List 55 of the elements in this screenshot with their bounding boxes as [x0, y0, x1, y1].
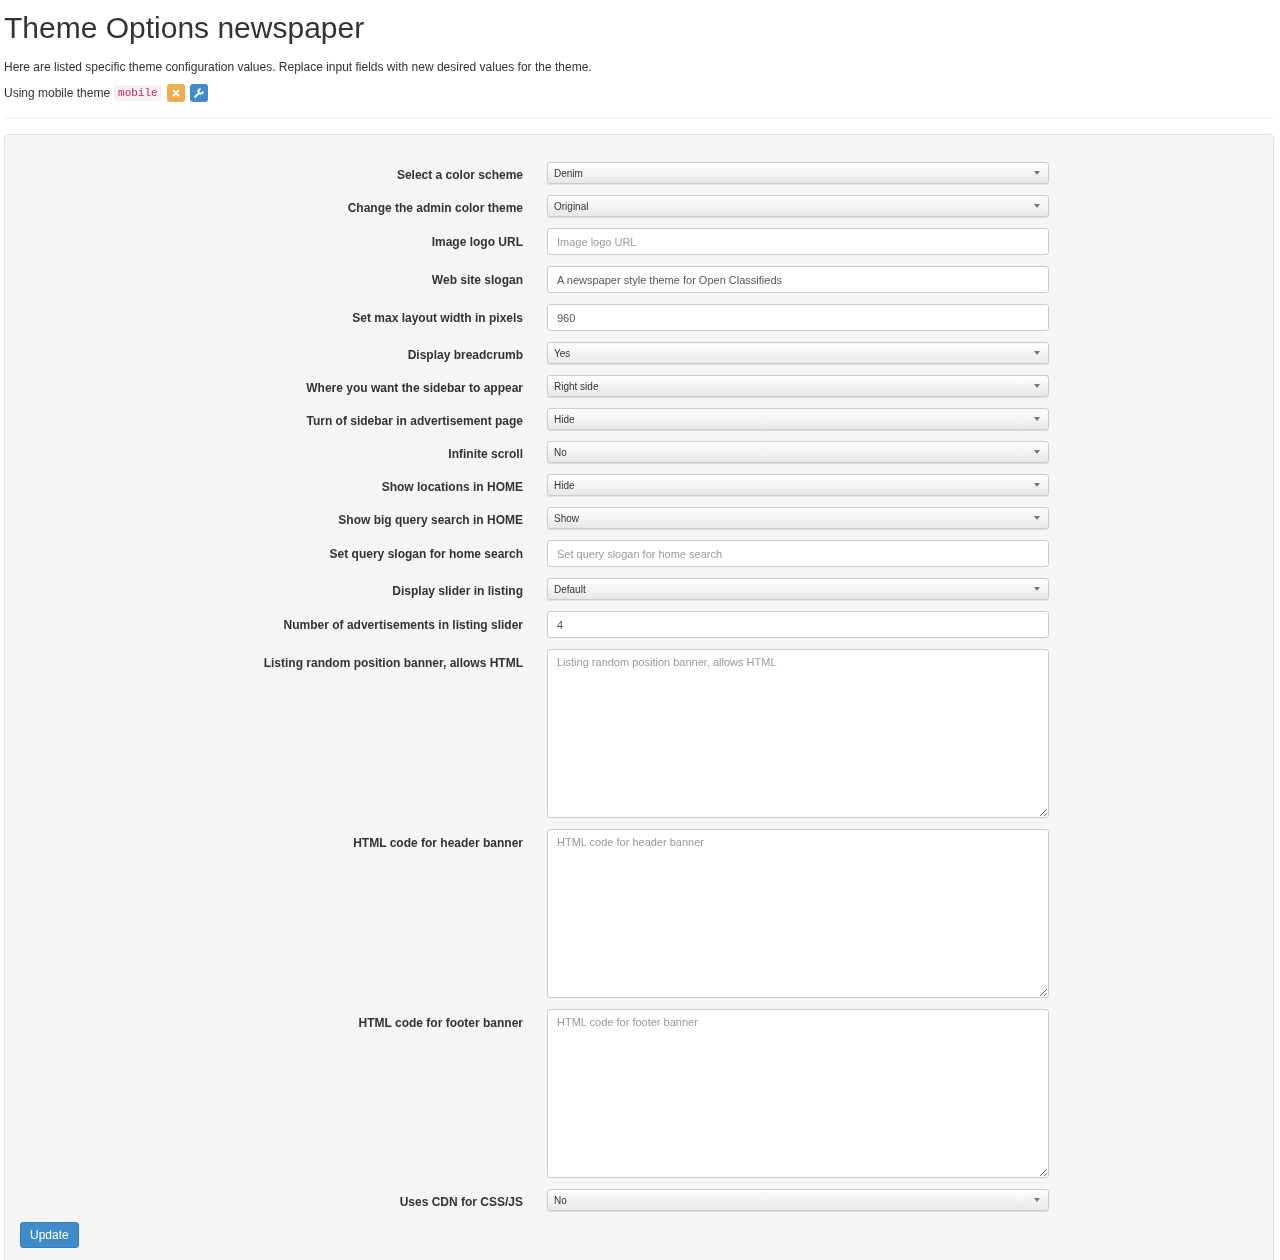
input-field[interactable]: Image logo URL — [547, 228, 1049, 255]
select-dropdown[interactable]: Original — [547, 195, 1049, 217]
select-dropdown[interactable]: Default — [547, 578, 1049, 600]
input-field[interactable]: Set query slogan for home search — [547, 540, 1049, 567]
field-label: Uses CDN for CSS/JS — [398, 1194, 523, 1211]
input-field[interactable]: A newspaper style theme for Open Classifieds — [547, 266, 1049, 293]
field-label: Display slider in listing — [391, 583, 523, 600]
field-label: Turn of sidebar in advertisement page — [305, 413, 523, 430]
field-label: Show locations in HOME — [380, 479, 523, 496]
caret-icon — [1034, 587, 1040, 591]
select-dropdown[interactable]: Yes — [547, 342, 1049, 364]
mobile-theme-label: Using mobile theme — [4, 86, 111, 100]
select-dropdown[interactable]: Hide — [547, 474, 1049, 496]
mobile-theme-code: mobile — [114, 85, 162, 101]
page-title: Theme Options newspaper — [4, 10, 366, 46]
field-label: Set query slogan for home search — [328, 546, 523, 563]
caret-icon — [1034, 450, 1040, 454]
textarea-field[interactable]: HTML code for header banner — [547, 829, 1049, 998]
caret-icon — [1034, 417, 1040, 421]
remove-button[interactable] — [166, 84, 185, 102]
select-dropdown[interactable]: Denim — [547, 162, 1049, 184]
field-label: HTML code for footer banner — [357, 1015, 523, 1032]
caret-icon — [1034, 384, 1040, 388]
textarea-field[interactable]: Listing random position banner, allows HTML — [547, 649, 1049, 818]
caret-icon — [1034, 171, 1040, 175]
select-dropdown[interactable]: Show — [547, 507, 1049, 529]
select-dropdown[interactable]: Hide — [547, 408, 1049, 430]
field-label: Display breadcrumb — [406, 347, 523, 364]
input-field[interactable]: 4 — [547, 611, 1049, 638]
field-label: Image logo URL — [430, 234, 523, 251]
field-label: Select a color scheme — [395, 167, 523, 184]
close-icon — [171, 89, 180, 97]
field-label: Show big query search in HOME — [337, 512, 523, 529]
caret-icon — [1034, 483, 1040, 487]
settings-button[interactable] — [189, 84, 208, 102]
select-dropdown[interactable]: No — [547, 441, 1049, 463]
page-description: Here are listed specific theme configuration values. Replace input fields with new desired values for the theme. — [4, 59, 593, 75]
select-dropdown[interactable]: No — [547, 1189, 1049, 1211]
caret-icon — [1034, 351, 1040, 355]
wrench-icon — [193, 88, 204, 98]
field-label: Infinite scroll — [447, 446, 523, 463]
caret-icon — [1034, 516, 1040, 520]
caret-icon — [1034, 204, 1040, 208]
field-label: Web site slogan — [430, 272, 523, 289]
field-label: HTML code for header banner — [352, 835, 523, 852]
update-button[interactable]: Update — [20, 1222, 79, 1248]
field-label: Change the admin color theme — [346, 200, 523, 217]
field-label: Set max layout width in pixels — [351, 310, 523, 327]
caret-icon — [1034, 1198, 1040, 1202]
input-field[interactable]: 960 — [547, 304, 1049, 331]
field-label: Listing random position banner, allows HTML — [262, 655, 523, 672]
select-dropdown[interactable]: Right side — [547, 375, 1049, 397]
field-label: Number of advertisements in listing slider — [282, 617, 523, 634]
field-label: Where you want the sidebar to appear — [305, 380, 523, 397]
textarea-field[interactable]: HTML code for footer banner — [547, 1009, 1049, 1178]
